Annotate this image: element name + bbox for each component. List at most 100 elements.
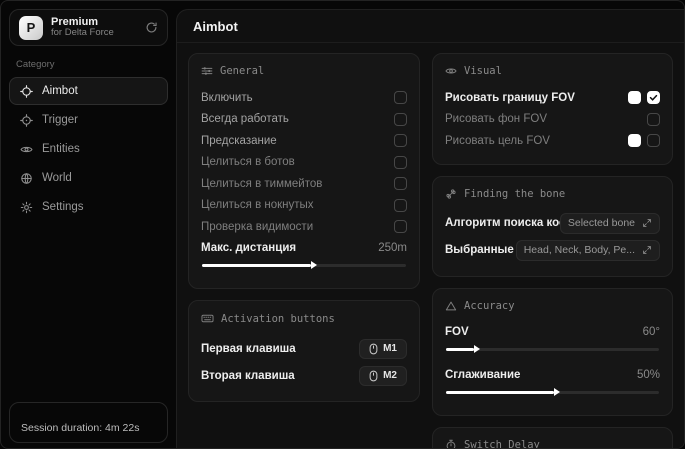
sidebar-item-settings[interactable]: Settings [9,193,168,221]
triangle-icon [445,300,457,312]
setting-label: Макс. дистанция [201,242,296,254]
card-title-text: Activation buttons [221,313,335,325]
setting-label: Рисовать фон FOV [445,113,547,125]
setting-row-first-key: Первая клавиша M1 [201,335,407,362]
bone-algorithm-dropdown[interactable]: Selected bone [560,213,660,234]
setting-label: Первая клавиша [201,343,296,355]
card-title-text: General [220,65,264,77]
card-switch-delay: Switch Delay Задержка переключения Задер… [432,427,673,449]
second-key-button[interactable]: M2 [359,366,407,386]
target-bots-checkbox[interactable] [394,156,407,169]
setting-row-prediction: Предсказание [201,130,407,152]
setting-label: Всегда работать [201,113,289,125]
setting-label: Проверка видимости [201,221,313,233]
card-accuracy: Accuracy FOV 60° Сглаживание 50% [432,288,673,416]
first-key-button[interactable]: M1 [359,339,407,359]
setting-row-target-teammates: Целиться в тиммейтов [201,173,407,195]
category-label: Category [16,59,161,70]
card-visual-title: Visual [445,65,660,77]
setting-row-selected-bones: Выбранные кости Head, Neck, Body, Pe... [445,237,660,264]
card-finding-bone: Finding the bone Алгоритм поиска костей … [432,176,673,277]
enable-checkbox[interactable] [394,91,407,104]
setting-row-second-key: Вторая клавиша M2 [201,362,407,389]
setting-label: Предсказание [201,135,277,147]
card-accuracy-title: Accuracy [445,300,660,312]
card-general-title: General [201,65,407,77]
session-duration-box: Session duration: 4m 22s [9,402,168,443]
slider-fill [446,348,474,351]
sidebar-item-label: Settings [42,201,84,213]
fov-slider[interactable] [445,344,660,355]
column-left: General Включить Всегда работать Предска… [188,53,420,438]
setting-label: Целиться в тиммейтов [201,178,322,190]
draw-fov-background-checkbox[interactable] [647,113,660,126]
max-distance-value: 250m [378,242,407,254]
eye-icon [20,143,33,156]
sidebar-item-entities[interactable]: Entities [9,135,168,163]
sidebar-item-label: Aimbot [42,85,78,97]
bone-icon [445,188,457,200]
setting-row-smoothing: Сглаживание 50% [445,364,660,386]
row-controls [628,91,660,104]
setting-row-draw-fov-border: Рисовать границу FOV [445,87,660,109]
setting-label: Целиться в нокнутых [201,199,314,211]
card-general: General Включить Всегда работать Предска… [188,53,420,289]
setting-row-enable: Включить [201,87,407,109]
gear-icon [20,201,33,214]
setting-row-target-knocked: Целиться в нокнутых [201,195,407,217]
card-title-text: Switch Delay [464,439,540,449]
card-title-text: Visual [464,65,502,77]
card-title-text: Accuracy [464,300,515,312]
slider-fill [202,264,311,267]
setting-row-always-work: Всегда работать [201,109,407,131]
target-teammates-checkbox[interactable] [394,177,407,190]
always-work-checkbox[interactable] [394,113,407,126]
prediction-checkbox[interactable] [394,134,407,147]
crosshair-icon [20,85,33,98]
setting-label: Рисовать цель FOV [445,135,550,147]
sidebar: P Premium for Delta Force Category Aim [1,1,176,448]
max-distance-slider[interactable] [201,260,407,271]
sidebar-item-aimbot[interactable]: Aimbot [9,77,168,105]
visibility-check-checkbox[interactable] [394,220,407,233]
setting-label: Рисовать границу FOV [445,92,575,104]
card-activation-buttons: Activation buttons Первая клавиша M1 [188,300,420,402]
eye-icon [445,65,457,77]
selected-bones-dropdown[interactable]: Head, Neck, Body, Pe... [516,240,660,261]
sidebar-item-world[interactable]: World [9,164,168,192]
fov-target-color-swatch[interactable] [628,134,641,147]
setting-row-bone-algorithm: Алгоритм поиска костей Selected bone [445,210,660,237]
brand-subtitle: for Delta Force [51,28,114,39]
sidebar-item-trigger[interactable]: Trigger [9,106,168,134]
expand-icon [642,245,652,255]
setting-row-max-distance: Макс. дистанция 250m [201,238,407,260]
mouse-icon [369,343,378,355]
smoothing-slider[interactable] [445,387,660,398]
setting-label: Вторая клавиша [201,370,295,382]
main-panel: Aimbot G [176,9,684,448]
card-title-text: Finding the bone [464,188,565,200]
setting-label: Сглаживание [445,369,520,381]
timer-icon [445,439,457,449]
row-controls [628,134,660,147]
setting-row-visibility-check: Проверка видимости [201,216,407,238]
refresh-button[interactable] [145,21,158,34]
sidebar-item-label: Trigger [42,114,78,126]
sidebar-item-label: World [42,172,72,184]
card-activation-title: Activation buttons [201,312,407,325]
setting-row-draw-fov-target: Рисовать цель FOV [445,130,660,152]
target-knocked-checkbox[interactable] [394,199,407,212]
setting-label: Выбранные кости [445,244,516,256]
brand-card: P Premium for Delta Force [9,9,168,46]
draw-fov-target-checkbox[interactable] [647,134,660,147]
mouse-icon [369,370,378,382]
column-right: Visual Рисовать границу FOV Рисовать фон… [432,53,673,438]
setting-label: Алгоритм поиска костей [445,217,560,229]
fov-border-color-swatch[interactable] [628,91,641,104]
setting-row-target-bots: Целиться в ботов [201,152,407,174]
draw-fov-border-checkbox[interactable] [647,91,660,104]
setting-label: FOV [445,326,469,338]
setting-row-fov: FOV 60° [445,322,660,344]
brand-text: Premium for Delta Force [51,16,114,40]
keyboard-icon [201,312,214,325]
